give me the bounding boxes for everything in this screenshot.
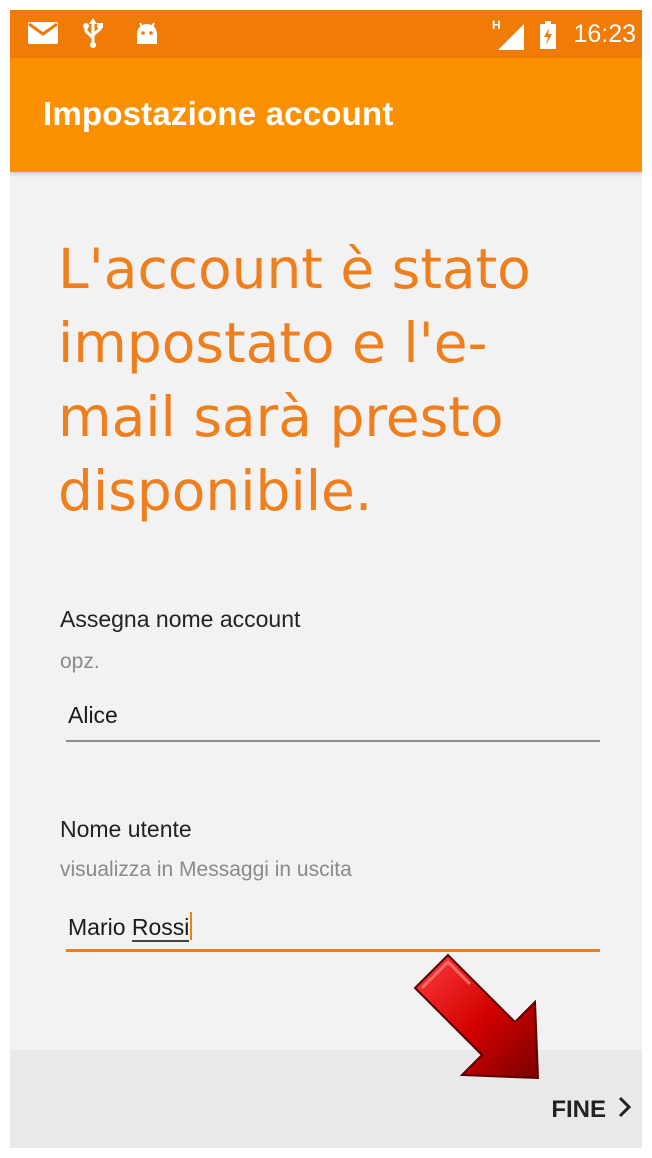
headline-line: L'account è stato bbox=[58, 237, 531, 301]
app-screen: H 16:23 Impostazione account L'account è… bbox=[10, 10, 642, 1148]
android-icon bbox=[134, 20, 160, 51]
account-name-input[interactable]: Alice bbox=[66, 696, 600, 742]
usb-icon bbox=[82, 18, 104, 53]
account-name-underline bbox=[66, 740, 600, 742]
user-name-value: Mario Rossi bbox=[68, 912, 193, 942]
user-name-hint: visualizza in Messaggi in uscita bbox=[60, 858, 352, 881]
account-name-hint: opz. bbox=[60, 650, 100, 673]
signal-icon bbox=[498, 24, 524, 55]
user-first-name: Mario bbox=[68, 914, 126, 940]
headline-line: impostato e l'e- bbox=[58, 311, 488, 375]
mail-icon bbox=[28, 22, 58, 49]
account-name-label: Assegna nome account bbox=[60, 606, 301, 632]
fine-button[interactable]: FINE bbox=[551, 1090, 632, 1130]
chevron-right-icon bbox=[618, 1096, 632, 1125]
account-name-value: Alice bbox=[68, 702, 118, 728]
status-time: 16:23 bbox=[573, 20, 636, 48]
status-bar: H 16:23 bbox=[10, 10, 642, 58]
headline-line: mail sarà presto bbox=[58, 385, 504, 449]
battery-icon bbox=[540, 21, 556, 54]
headline-line: disponibile. bbox=[58, 459, 373, 523]
text-caret bbox=[190, 912, 193, 940]
user-last-name: Rossi bbox=[131, 914, 190, 942]
user-name-input[interactable]: Mario Rossi bbox=[66, 906, 600, 952]
confirmation-headline: L'account è stato impostato e l'e- mail … bbox=[58, 232, 578, 528]
app-bar: Impostazione account bbox=[10, 58, 642, 172]
page-title: Impostazione account bbox=[43, 95, 394, 132]
user-name-label: Nome utente bbox=[60, 816, 192, 842]
red-arrow-icon bbox=[410, 950, 560, 1105]
